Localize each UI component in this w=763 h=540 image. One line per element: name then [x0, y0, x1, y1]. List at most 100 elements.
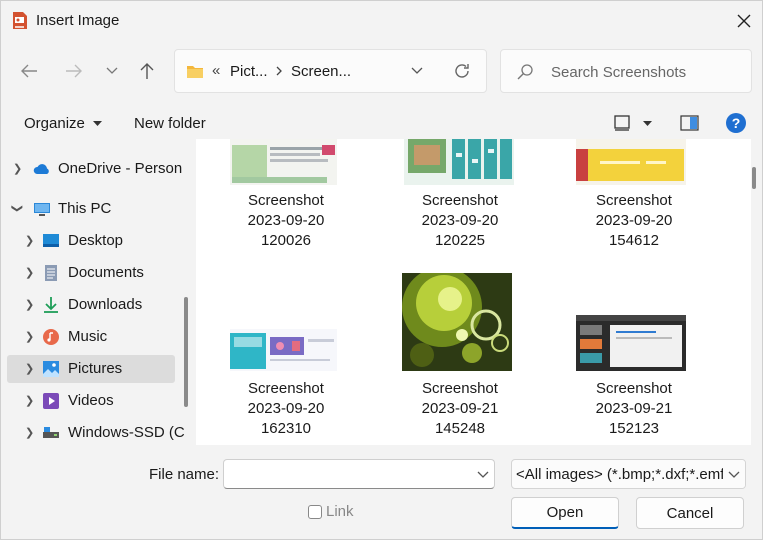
sidebar-item-this-pc[interactable]: ❯ This PC [7, 195, 175, 223]
pictures-icon [43, 361, 59, 377]
expand-chevron-icon[interactable]: ❯ [13, 162, 22, 175]
collapse-chevron-icon[interactable]: ❯ [11, 204, 24, 213]
download-icon [44, 297, 58, 313]
expand-chevron-icon[interactable]: ❯ [25, 362, 34, 375]
screenshot-preview-image [576, 315, 686, 371]
navigation-pane: ❯ OneDrive - Person ❯ This PC ❯ Desktop … [1, 149, 194, 447]
expand-chevron-icon[interactable]: ❯ [25, 426, 34, 439]
breadcrumb-pictures[interactable]: Pict... [230, 63, 268, 80]
file-name-label[interactable]: Screenshot 2023-09-20 120026 [211, 191, 361, 251]
caret-down-icon [93, 121, 103, 127]
chevron-down-icon[interactable] [477, 468, 489, 480]
file-thumbnail[interactable] [402, 273, 512, 371]
sidebar-item-desktop[interactable]: ❯ Desktop [7, 227, 175, 255]
file-name-label[interactable]: Screenshot 2023-09-20 154612 [559, 191, 709, 251]
title-bar: Insert Image [1, 1, 762, 41]
screenshot-preview-image [404, 139, 514, 185]
sidebar-item-windows-ssd[interactable]: ❯ Windows-SSD (C [7, 419, 185, 447]
documents-icon [45, 265, 57, 281]
up-button[interactable] [133, 57, 161, 85]
arrow-right-icon [66, 64, 82, 78]
organize-button[interactable]: Organize [24, 115, 103, 132]
file-thumbnail[interactable] [404, 139, 514, 185]
sidebar-item-music[interactable]: ❯ Music [7, 323, 175, 351]
filter-dropdown-button[interactable] [723, 460, 745, 488]
close-icon [737, 14, 751, 28]
help-icon[interactable]: ? [725, 112, 747, 134]
link-label[interactable]: Link [326, 503, 354, 520]
sidebar-item-label: This PC [58, 200, 112, 217]
file-thumbnail[interactable] [230, 329, 337, 371]
forward-button[interactable] [60, 57, 88, 85]
videos-icon [43, 393, 59, 409]
open-button[interactable]: Open [511, 497, 619, 529]
desktop-icon [43, 234, 59, 247]
breadcrumb-screenshots[interactable]: Screen... [291, 63, 351, 80]
file-name-label[interactable]: Screenshot 2023-09-20 162310 [211, 379, 361, 439]
screenshot-preview-image [230, 139, 337, 185]
file-name-label[interactable]: Screenshot 2023-09-21 145248 [385, 379, 535, 439]
window-title: Insert Image [36, 12, 120, 29]
cancel-button[interactable]: Cancel [636, 497, 744, 529]
sidebar-item-label: Desktop [68, 232, 124, 249]
sidebar-item-label: Downloads [68, 296, 143, 313]
file-type-filter-value: <All images> (*.bmp;*.dxf;*.emf [516, 466, 725, 483]
back-button[interactable] [15, 57, 43, 85]
preview-pane-icon[interactable] [680, 115, 699, 131]
file-thumbnail[interactable] [230, 139, 337, 185]
link-checkbox[interactable] [308, 505, 322, 519]
breadcrumb-chevron-icon [276, 66, 282, 76]
search-icon [517, 64, 533, 80]
insert-image-dialog: Insert Image « Pict... Screen... Search … [0, 0, 763, 540]
screenshot-preview-image [230, 329, 337, 371]
address-dropdown-icon[interactable] [410, 64, 424, 78]
recent-locations-button[interactable] [98, 57, 126, 85]
sidebar-item-label: OneDrive - Person [58, 160, 183, 177]
search-box[interactable]: Search Screenshots [500, 49, 752, 93]
computer-icon [34, 203, 50, 216]
svg-text:?: ? [732, 115, 741, 131]
view-icon[interactable] [614, 115, 630, 131]
sidebar-item-videos[interactable]: ❯ Videos [7, 387, 175, 415]
close-button[interactable] [729, 7, 759, 35]
expand-chevron-icon[interactable]: ❯ [25, 266, 34, 279]
view-options-caret-icon[interactable] [643, 121, 652, 127]
sidebar-item-documents[interactable]: ❯ Documents [7, 259, 175, 287]
new-folder-button[interactable]: New folder [134, 115, 206, 132]
file-thumbnail[interactable] [576, 315, 686, 371]
sidebar-item-label: Pictures [68, 360, 123, 377]
expand-chevron-icon[interactable]: ❯ [25, 234, 34, 247]
address-bar[interactable]: « Pict... Screen... [174, 49, 487, 93]
sidebar-item-downloads[interactable]: ❯ Downloads [7, 291, 175, 319]
refresh-icon[interactable] [453, 62, 471, 80]
file-name-label[interactable]: Screenshot 2023-09-20 120225 [385, 191, 535, 251]
file-name-label[interactable]: Screenshot 2023-09-21 152123 [559, 379, 709, 439]
bubbles-photo-image [402, 273, 512, 371]
arrow-up-icon [140, 63, 154, 79]
file-list-scrollbar[interactable] [752, 167, 756, 189]
sidebar-item-label: Music [68, 328, 108, 345]
sidebar-item-label: Videos [68, 392, 114, 409]
sidebar-item-label: Documents [68, 264, 144, 281]
sidebar-scrollbar[interactable] [184, 297, 188, 407]
expand-chevron-icon[interactable]: ❯ [25, 298, 34, 311]
screenshot-preview-image [576, 139, 686, 185]
music-icon [43, 329, 59, 345]
file-name-field-label: File name: [149, 466, 220, 483]
file-list: Screenshot 2023-09-20 120026 Screenshot 202… [196, 139, 751, 445]
search-input[interactable]: Search Screenshots [551, 64, 686, 81]
file-thumbnail[interactable] [576, 139, 686, 185]
file-name-field[interactable] [223, 459, 495, 489]
chevron-down-icon [728, 471, 740, 478]
expand-chevron-icon[interactable]: ❯ [25, 330, 34, 343]
sidebar-item-onedrive[interactable]: ❯ OneDrive - Person [7, 155, 182, 183]
sidebar-item-pictures[interactable]: ❯ Pictures [7, 355, 175, 383]
folder-icon [187, 66, 203, 78]
expand-chevron-icon[interactable]: ❯ [25, 394, 34, 407]
app-icon [13, 12, 27, 29]
chevron-down-icon [106, 67, 118, 74]
drive-icon [43, 427, 59, 438]
overflow-chevrons[interactable]: « [212, 62, 220, 79]
file-type-filter[interactable]: <All images> (*.bmp;*.dxf;*.emf [511, 459, 746, 489]
cloud-icon [33, 164, 49, 174]
